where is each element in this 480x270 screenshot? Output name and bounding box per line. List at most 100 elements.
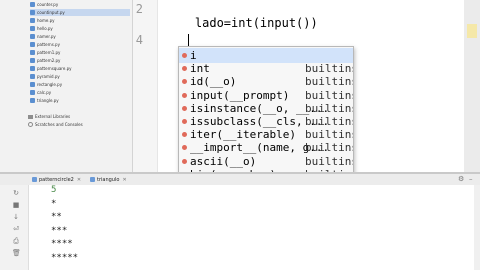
- tree-item-label: patternsquare.py: [37, 66, 72, 71]
- python-run-icon: [32, 177, 37, 182]
- tree-item-scratches[interactable]: Scratches and Consoles: [28, 121, 83, 128]
- console-output-line: *****: [51, 252, 79, 263]
- tree-item-label: home.py: [37, 18, 55, 23]
- console-output-line: ****: [51, 239, 73, 249]
- python-file-icon: [30, 42, 35, 47]
- python-file-icon: [30, 50, 35, 55]
- tree-item-file[interactable]: hello.py: [30, 25, 130, 32]
- tree-item-label: Scratches and Consoles: [35, 122, 83, 127]
- tree-item-file[interactable]: namer.py: [30, 33, 130, 40]
- gear-icon[interactable]: ⚙: [458, 175, 464, 183]
- symbol-icon: [182, 66, 187, 72]
- run-tab-label: patterncircle2: [39, 176, 74, 183]
- symbol-icon: [182, 105, 187, 111]
- console-output-line: *: [51, 198, 57, 209]
- python-file-icon: [30, 66, 35, 71]
- tree-item-file[interactable]: counter.py: [30, 1, 130, 8]
- run-toolbar: ↻ ■ ↓ ⏎ ⎙ 🗑: [0, 185, 29, 270]
- completion-source: builtins: [305, 101, 354, 115]
- tree-item-label: External Libraries: [35, 114, 71, 119]
- scroll-marker: [467, 24, 477, 38]
- tree-item-file[interactable]: countinput.py: [30, 9, 130, 16]
- line-number: 4: [135, 33, 143, 47]
- tree-item-file[interactable]: home.py: [30, 17, 130, 24]
- symbol-icon: [182, 158, 187, 164]
- completion-source: builtins: [305, 62, 354, 76]
- tree-item-label: countinput.py: [37, 10, 65, 15]
- console-output-line: **: [51, 212, 62, 222]
- library-icon: [28, 114, 33, 119]
- run-tab[interactable]: patterncircle2 ✕: [32, 175, 81, 184]
- line-number: 2: [135, 2, 143, 16]
- project-tree-panel: counter.py countinput.py home.py hello.py na…: [0, 0, 133, 172]
- completion-name: input(__prompt): [190, 88, 290, 102]
- console-output-line: 5: [51, 185, 57, 195]
- close-icon[interactable]: ✕: [77, 177, 81, 183]
- tree-item-file[interactable]: pyramid.py: [30, 73, 130, 80]
- scroll-down-icon[interactable]: ↓: [12, 214, 20, 221]
- completion-source: builtins: [305, 154, 354, 168]
- line-number-gutter: 2 4: [133, 0, 158, 172]
- run-tab[interactable]: triangulo ✕: [90, 175, 127, 184]
- code-text: lado=int(input()): [194, 16, 318, 30]
- completion-source: builtins: [305, 115, 354, 128]
- symbol-icon: [182, 119, 187, 124]
- completion-name: int: [190, 62, 210, 76]
- python-file-icon: [30, 2, 35, 7]
- completion-name: i: [190, 49, 197, 62]
- trash-icon[interactable]: 🗑: [12, 250, 21, 257]
- tree-item-file[interactable]: rectangle.py: [30, 81, 130, 88]
- tree-item-file[interactable]: calc.py: [30, 89, 130, 96]
- completion-source: builtins: [305, 141, 354, 155]
- symbol-icon: [182, 92, 187, 98]
- scratches-icon: [28, 122, 33, 127]
- tree-item-label: rectangle.py: [37, 82, 63, 87]
- python-file-icon: [30, 10, 35, 15]
- console-output-line: ***: [51, 225, 68, 236]
- python-file-icon: [30, 18, 35, 23]
- run-console[interactable]: 5 * ** *** **** *****: [29, 185, 480, 270]
- tree-item-file[interactable]: patterns.py: [30, 41, 130, 48]
- python-run-icon: [90, 177, 95, 182]
- tree-item-file[interactable]: pattern1.py: [30, 49, 130, 56]
- python-file-icon: [30, 58, 35, 63]
- tree-item-label: counter.py: [37, 2, 59, 7]
- tree-item-file[interactable]: triangle.py: [30, 97, 130, 104]
- tree-item-label: pattern2.py: [37, 58, 61, 63]
- print-icon[interactable]: ⎙: [12, 238, 20, 245]
- python-file-icon: [30, 82, 35, 87]
- tree-item-external-libraries[interactable]: External Libraries: [28, 113, 70, 120]
- python-file-icon: [30, 74, 35, 79]
- close-icon[interactable]: ✕: [122, 177, 126, 183]
- completion-source: builtins: [305, 128, 354, 142]
- tree-item-label: namer.py: [37, 34, 56, 39]
- completion-source: builtins: [305, 88, 354, 102]
- python-file-icon: [30, 98, 35, 103]
- tree-item-file[interactable]: pattern2.py: [30, 57, 130, 64]
- python-file-icon: [30, 90, 35, 95]
- minimize-icon[interactable]: –: [469, 175, 473, 183]
- tree-item-label: hello.py: [37, 26, 53, 31]
- tree-item-label: pyramid.py: [37, 74, 60, 79]
- completion-source: builtins: [305, 75, 354, 89]
- tree-item-file[interactable]: patternsquare.py: [30, 65, 130, 72]
- python-file-icon: [30, 26, 35, 31]
- python-file-icon: [30, 34, 35, 39]
- symbol-icon: [182, 79, 187, 85]
- editor-scrollbar[interactable]: [464, 0, 480, 172]
- symbol-icon: [182, 132, 187, 138]
- tree-item-label: triangle.py: [37, 98, 59, 103]
- completion-name: iter(__iterable): [190, 128, 296, 142]
- console-scrollbar[interactable]: [474, 185, 480, 270]
- stop-icon[interactable]: ■: [12, 202, 20, 209]
- tree-item-label: calc.py: [37, 90, 52, 95]
- rerun-icon[interactable]: ↻: [12, 190, 20, 197]
- wrap-icon[interactable]: ⏎: [12, 226, 20, 233]
- completion-name: ascii(__o): [190, 154, 257, 168]
- run-tab-label: triangulo: [97, 176, 120, 183]
- symbol-icon: [182, 53, 187, 58]
- symbol-icon: [182, 145, 187, 151]
- tree-item-label: pattern1.py: [37, 50, 61, 55]
- completion-name: id(__o): [190, 75, 237, 89]
- tree-item-label: patterns.py: [37, 42, 60, 47]
